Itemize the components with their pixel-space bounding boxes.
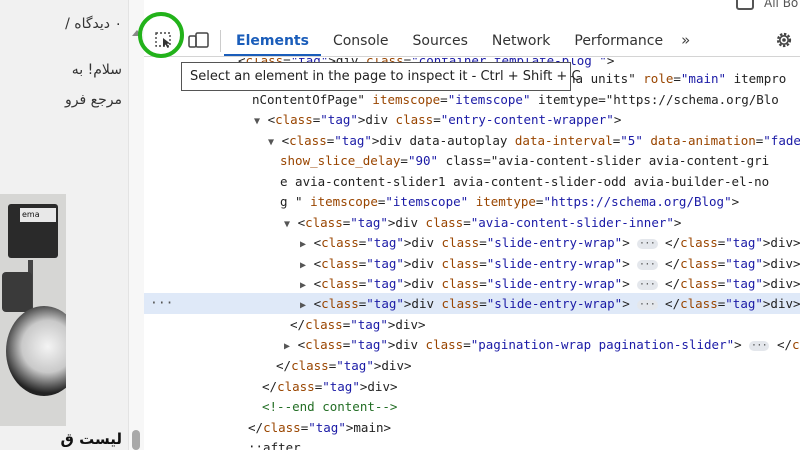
collapse-triangle-icon[interactable]: ▼	[268, 137, 274, 148]
dom-node-line[interactable]: </class="tag">main>	[144, 417, 800, 438]
dom-node-line[interactable]: ▶ <class="tag">div class="slide-entry-wr…	[144, 253, 800, 274]
dom-node-line[interactable]: nContentOfPage" itemscope="itemscope" it…	[144, 89, 800, 110]
collapse-triangle-icon[interactable]: ▼	[254, 116, 260, 127]
dom-node-line[interactable]: show_slice_delay="90" class="avia-conten…	[144, 150, 800, 171]
dom-node-text: ha units" role="main" itempro	[568, 71, 787, 86]
tab-performance[interactable]: Performance	[562, 24, 675, 56]
dom-comment-text: <!--end content-->	[262, 399, 398, 414]
dom-node-text: <class="tag">div class="entry-content-wr…	[267, 112, 622, 127]
inspect-element-icon[interactable]	[154, 31, 174, 49]
dom-node-line[interactable]: ▶ <class="tag">div class="slide-entry-wr…	[144, 232, 800, 253]
dom-node-line[interactable]: </class="tag">div>	[144, 376, 800, 397]
page-content-pane: ۰ دیدگاه / سلام! به مرجع فرو ema لیست ق	[0, 0, 128, 450]
connector	[2, 272, 32, 312]
scroll-thumb[interactable]	[132, 430, 140, 450]
expand-triangle-icon[interactable]: ▶	[300, 280, 306, 291]
tab-network[interactable]: Network	[480, 24, 562, 56]
expand-triangle-icon[interactable]: ▶	[300, 239, 306, 250]
dom-node-line[interactable]: </class="tag">div>	[144, 355, 800, 376]
dom-node-line-selected[interactable]: ··· ▶ <class="tag">div class="slide-entr…	[144, 293, 800, 314]
dom-node-text: nContentOfPage" itemscope="itemscope" it…	[252, 92, 779, 107]
dom-node-text: <class="tag">div class="slide-entry-wrap…	[313, 276, 800, 291]
dom-node-line[interactable]: ::after	[144, 437, 800, 450]
tab-console[interactable]: Console	[321, 24, 401, 56]
dom-node-line[interactable]: ▼ <class="tag">div class="avia-content-s…	[144, 212, 800, 233]
dom-node-line[interactable]: g " itemscope="itemscope" itemtype="http…	[144, 191, 800, 212]
dom-node-text: </class="tag">main>	[248, 420, 392, 435]
devtools-tabs: Elements Console Sources Network Perform…	[224, 24, 696, 56]
dom-node-text: ::after	[248, 440, 301, 450]
expand-triangle-icon[interactable]: ▶	[300, 260, 306, 271]
dom-node-text: <class="tag">div class="slide-entry-wrap…	[313, 296, 800, 311]
bookmarks-label[interactable]: All Bo	[764, 0, 798, 10]
collapse-triangle-icon[interactable]: ▼	[284, 219, 290, 230]
dom-node-line[interactable]: ▼ <class="tag">div class="entry-content-…	[144, 109, 800, 130]
inspect-tooltip: Select an element in the page to inspect…	[181, 62, 581, 91]
post-excerpt-line-1: سلام! به	[71, 62, 122, 78]
dom-node-line[interactable]: ▶ <class="tag">div class="pagination-wra…	[144, 334, 800, 355]
section-heading: لیست ق	[60, 430, 122, 448]
tab-sources[interactable]: Sources	[401, 24, 480, 56]
dom-node-text: <class="tag">div class="avia-content-sli…	[297, 215, 682, 230]
scroll-up-icon[interactable]	[132, 30, 142, 36]
dom-node-line[interactable]: ▼ <class="tag">div data-autoplay data-in…	[144, 130, 800, 151]
lamp-image	[6, 306, 66, 396]
window-top-strip: All Bo	[144, 0, 800, 24]
settings-gear-icon[interactable]	[774, 30, 794, 50]
more-tabs-icon[interactable]: »	[675, 24, 696, 56]
expand-triangle-icon[interactable]: ▶	[284, 341, 290, 352]
dom-tree[interactable]: <class="tag">div class="container templa…	[144, 58, 800, 450]
page-scrollbar[interactable]	[128, 0, 145, 450]
dom-node-line[interactable]: <!--end content-->	[144, 396, 800, 417]
expand-triangle-icon[interactable]: ▶	[300, 300, 306, 311]
device-toolbar-icon[interactable]	[188, 31, 210, 49]
dom-node-line[interactable]: </class="tag">div>	[144, 314, 800, 335]
dom-node-line[interactable]: ▶ <class="tag">div class="slide-entry-wr…	[144, 273, 800, 294]
post-meta-comments[interactable]: ۰ دیدگاه /	[65, 16, 122, 32]
devtools-toolbar: All Bo Elements Console Sources Network …	[144, 0, 800, 57]
toolbar-separator	[220, 30, 221, 52]
dom-node-text: <class="tag">div class="pagination-wrap …	[297, 337, 800, 352]
dom-node-text: <class="tag">div class="slide-entry-wrap…	[313, 235, 800, 250]
tab-elements[interactable]: Elements	[224, 24, 321, 56]
dom-node-line[interactable]: e avia-content-slider1 avia-content-slid…	[144, 171, 800, 192]
node-actions-icon[interactable]: ···	[150, 293, 173, 314]
dom-node-text: <class="tag">div data-autoplay data-inte…	[281, 133, 800, 148]
product-image[interactable]: ema	[0, 194, 66, 426]
post-excerpt-line-2: مرجع فرو	[65, 92, 122, 108]
dom-node-text: <class="tag">div class="slide-entry-wrap…	[313, 256, 800, 271]
product-label: ema	[20, 208, 56, 222]
bookmark-folder-icon[interactable]	[736, 0, 754, 10]
dom-node-text: </class="tag">div>	[290, 317, 426, 332]
dom-node-text: e avia-content-slider1 avia-content-slid…	[280, 174, 770, 189]
dom-node-text: g " itemscope="itemscope" itemtype="http…	[280, 194, 740, 209]
dom-node-text: </class="tag">div>	[276, 358, 412, 373]
dom-node-text: </class="tag">div>	[262, 379, 398, 394]
dom-node-text: show_slice_delay="90" class="avia-conten…	[280, 153, 770, 168]
